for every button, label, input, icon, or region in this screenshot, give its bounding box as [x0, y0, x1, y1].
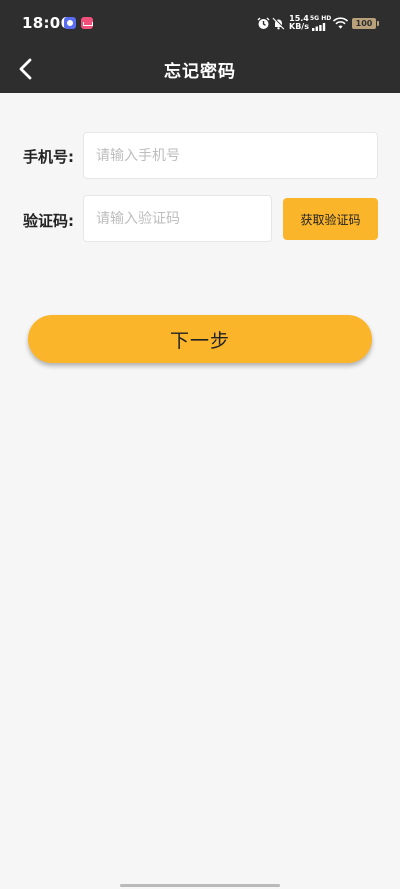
battery-icon: 100 [352, 18, 379, 29]
home-indicator[interactable] [120, 884, 280, 887]
alarm-icon [257, 17, 270, 29]
status-bar: 18:06 15.4 KB/s 5G HD 100 [0, 0, 400, 46]
phone-label: 手机号: [23, 148, 74, 166]
code-label: 验证码: [23, 212, 74, 230]
signal-icon [312, 23, 326, 31]
phone-input[interactable] [83, 132, 378, 179]
do-not-disturb-icon [272, 17, 285, 30]
network-speed: 15.4 KB/s [289, 15, 309, 31]
navigation-bar: 忘记密码 [0, 46, 400, 93]
wifi-icon [333, 17, 348, 29]
network-speed-unit: KB/s [289, 22, 309, 31]
app-notification-icon [64, 17, 76, 29]
network-type: 5G HD [310, 15, 332, 22]
page-title: 忘记密码 [164, 62, 236, 82]
verification-code-input[interactable] [83, 195, 272, 242]
get-code-button[interactable]: 获取验证码 [283, 198, 378, 240]
next-step-button[interactable]: 下一步 [28, 315, 372, 363]
gallery-notification-icon [81, 17, 93, 29]
